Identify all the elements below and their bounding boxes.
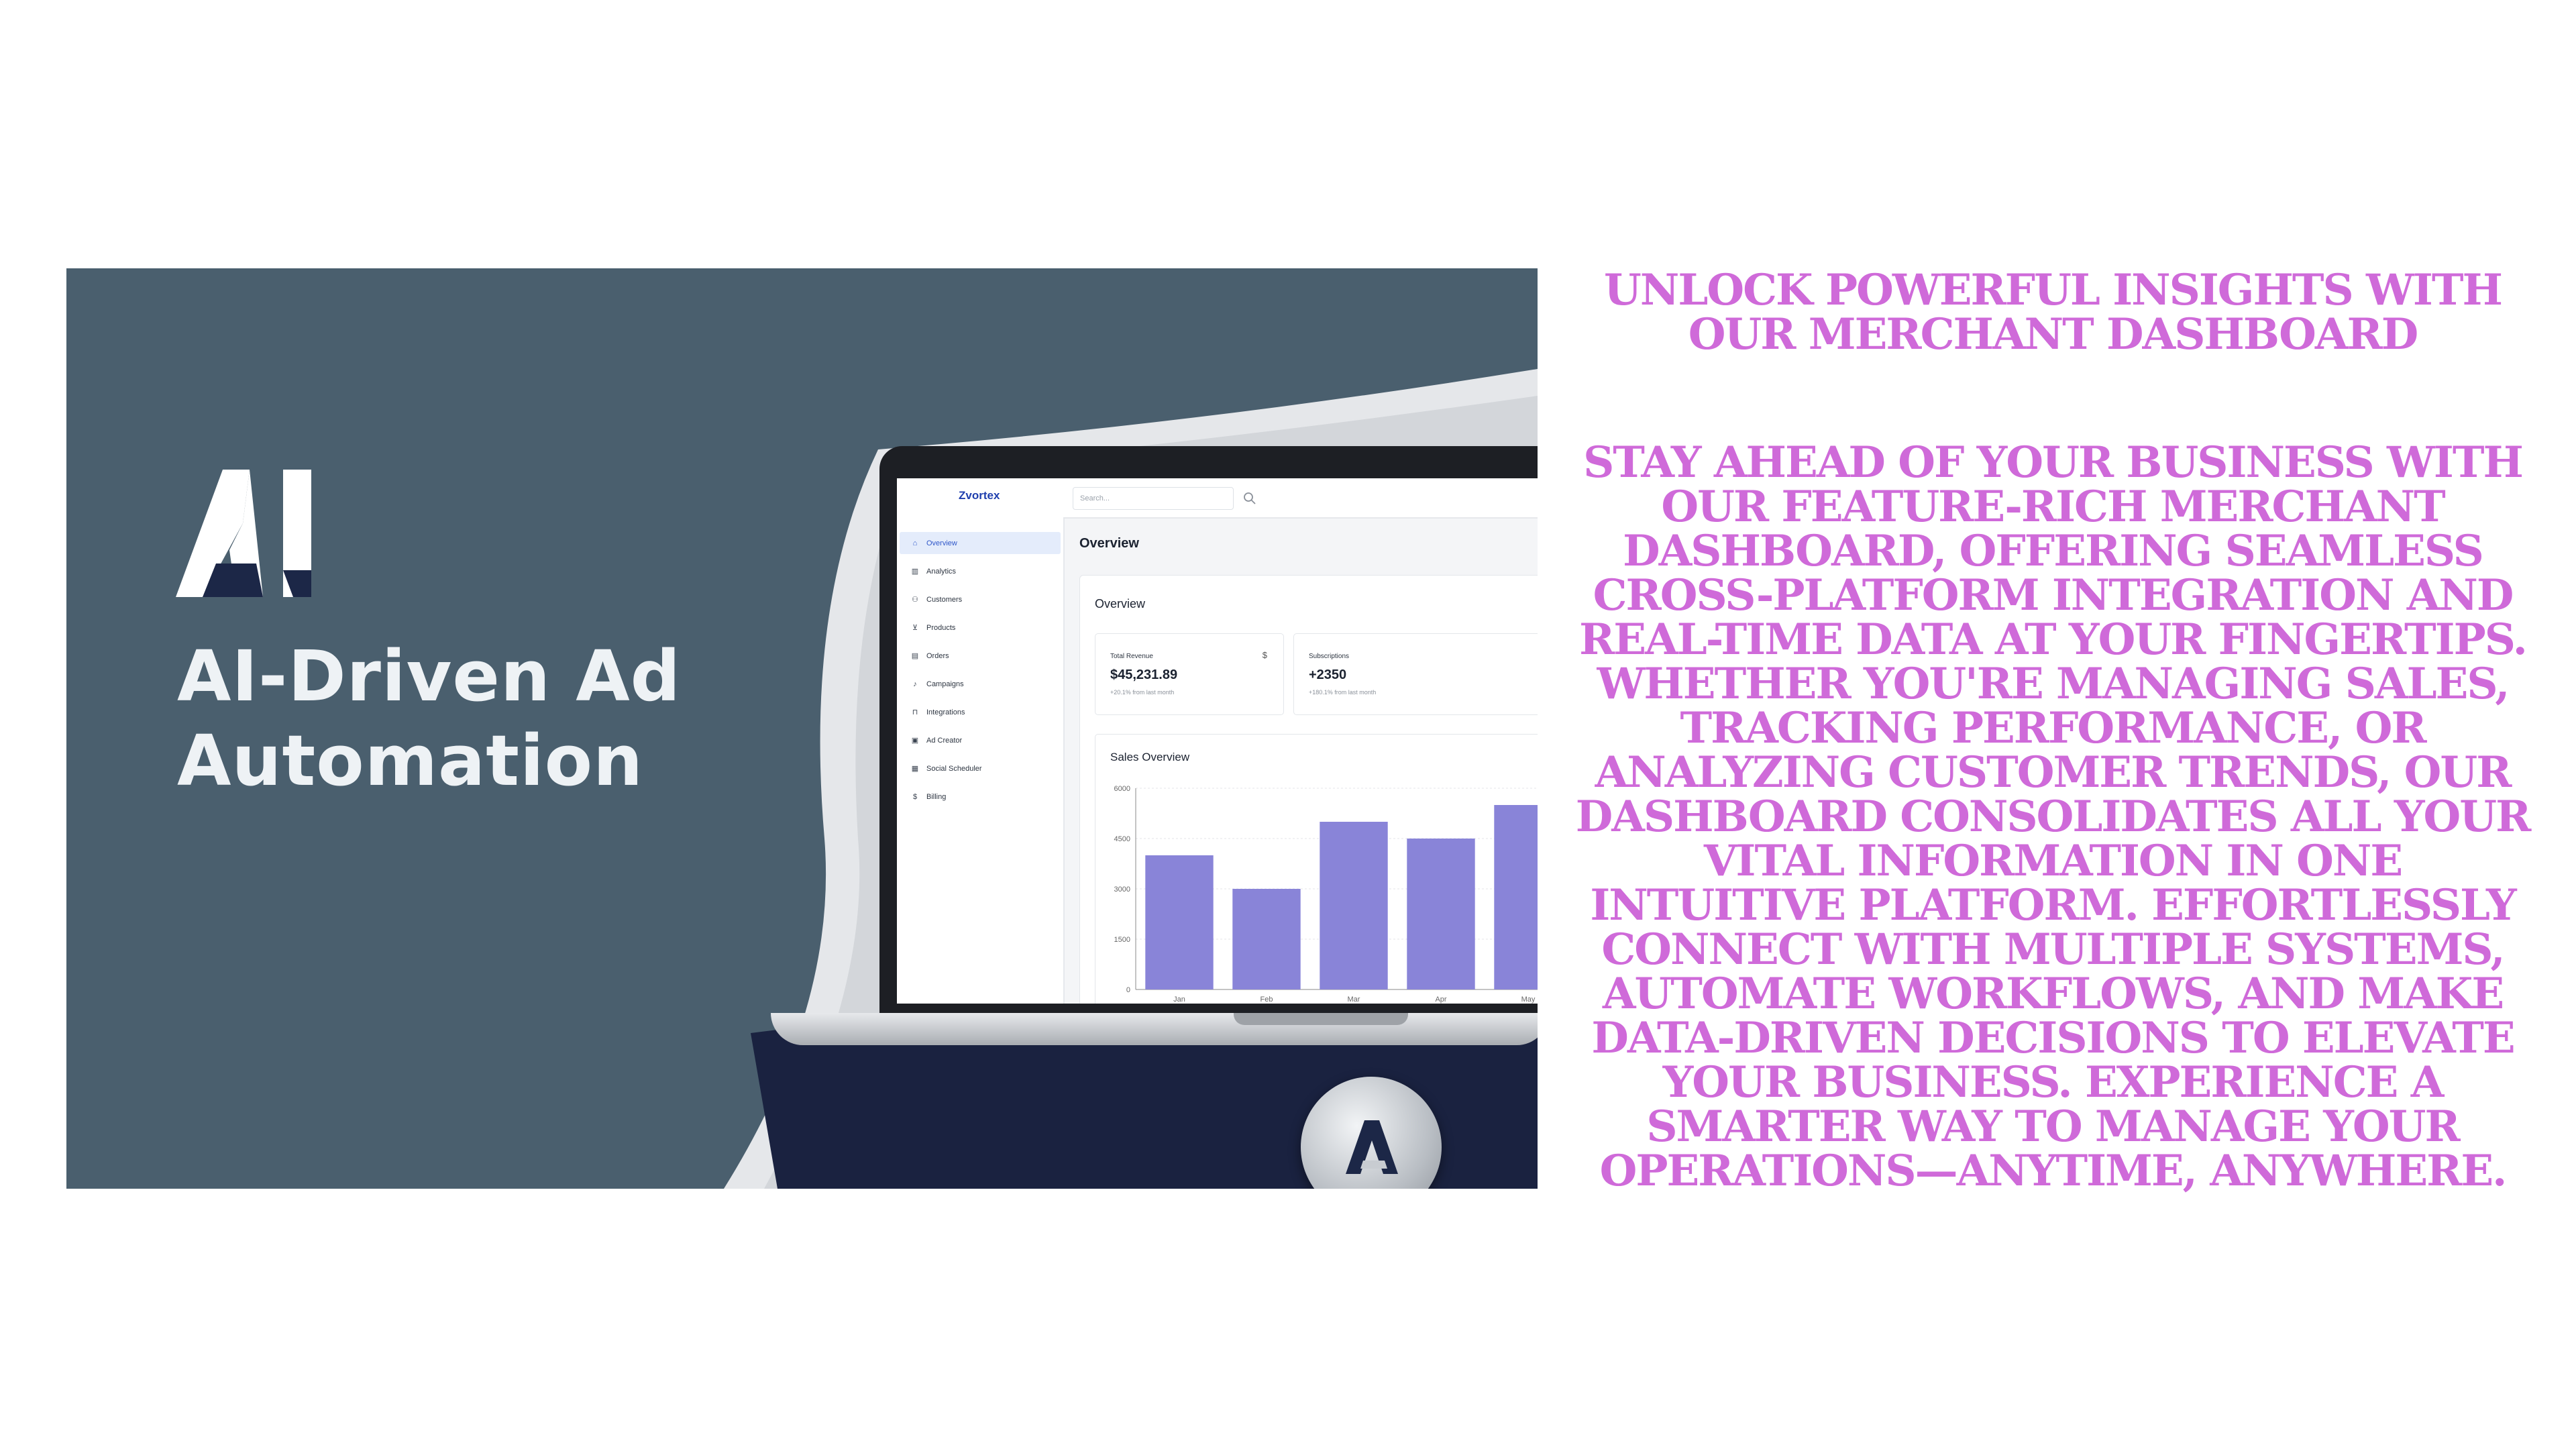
dollar-icon: $: [912, 792, 918, 801]
dashboard-brand[interactable]: Zvortex: [959, 489, 1000, 502]
home-icon: ⌂: [912, 539, 918, 547]
sidebar-item-label: Orders: [926, 651, 949, 660]
stat-card-subscriptions[interactable]: Subscriptions +2350 +180.1% from last mo…: [1293, 633, 1538, 715]
sidebar-item-label: Analytics: [926, 567, 957, 576]
y-tick-label: 4500: [1114, 835, 1130, 843]
a-logo-icon: [1346, 1120, 1398, 1174]
plug-icon: ⊓: [912, 708, 918, 716]
sidebar-item-label: Products: [926, 623, 956, 632]
headline-line-2: Automation: [177, 720, 644, 802]
bar-feb[interactable]: [1232, 889, 1301, 989]
x-tick-label: Feb: [1260, 996, 1273, 1004]
sidebar-item-billing[interactable]: $ Billing: [900, 786, 1061, 808]
x-tick-label: Mar: [1348, 996, 1360, 1004]
laptop-screen: Zvortex ⌂ Overview ▥ Analytics ⚇ Customers ⊻ Pr…: [897, 478, 1538, 1004]
document-icon: ▤: [911, 652, 919, 660]
y-tick-label: 6000: [1114, 785, 1130, 793]
sidebar-item-overview[interactable]: ⌂ Overview: [900, 532, 1061, 554]
users-icon: ⚇: [912, 596, 918, 604]
x-tick-label: May: [1521, 996, 1536, 1004]
sidebar-nav: ⌂ Overview ▥ Analytics ⚇ Customers ⊻ Products ▤ O…: [900, 532, 1061, 814]
stat-value: +2350: [1309, 667, 1347, 682]
hero-headline: AI-Driven Ad Automation: [177, 634, 781, 803]
chart-title: Sales Overview: [1110, 751, 1190, 763]
sidebar-item-campaigns[interactable]: ♪ Campaigns: [900, 673, 1061, 695]
stat-note: +180.1% from last month: [1309, 689, 1377, 696]
sidebar-item-orders[interactable]: ▤ Orders: [900, 645, 1061, 667]
calendar-icon: ▦: [911, 765, 919, 773]
dashboard-topbar: [1063, 478, 1538, 519]
panel-title: Overview: [1095, 597, 1146, 610]
copy-title: UNLOCK POWERFUL INSIGHTS WITH OUR MERCHA…: [1604, 265, 2503, 360]
bar-jan[interactable]: [1145, 855, 1214, 989]
sidebar-item-label: Overview: [926, 539, 957, 547]
overview-panel: Overview Total Revenue $ $45,231.89 +20.…: [1079, 575, 1538, 1004]
copy-body: STAY AHEAD OF YOUR BUSINESS WITH OUR FEA…: [1575, 437, 2532, 1196]
ai-logo-icon: [176, 470, 311, 597]
sidebar-item-label: Integrations: [926, 708, 965, 716]
laptop-base: [771, 1013, 1538, 1045]
sidebar-item-social-scheduler[interactable]: ▦ Social Scheduler: [900, 757, 1061, 780]
sidebar-item-products[interactable]: ⊻ Products: [900, 616, 1061, 639]
image-icon: ▣: [911, 737, 919, 745]
y-tick-label: 3000: [1114, 885, 1130, 894]
search-input[interactable]: [1073, 487, 1234, 510]
bell-icon: ♪: [913, 680, 917, 688]
sidebar-item-customers[interactable]: ⚇ Customers: [900, 588, 1061, 610]
x-tick-label: Apr: [1435, 996, 1446, 1004]
search-icon[interactable]: [1243, 492, 1256, 505]
stat-label: Subscriptions: [1309, 653, 1350, 660]
stat-label: Total Revenue: [1110, 653, 1153, 660]
hero-banner: AI-Driven Ad Automation Zvortex ⌂ Overvie…: [66, 268, 1538, 1189]
stat-card-revenue[interactable]: Total Revenue $ $45,231.89 +20.1% from l…: [1095, 633, 1284, 715]
sales-overview-card: Sales Overview 0 1500 3000 4500 6000 Jan Feb Ma…: [1095, 734, 1538, 1004]
dashboard-sidebar: Zvortex ⌂ Overview ▥ Analytics ⚇ Customers ⊻ Pr…: [897, 478, 1065, 1004]
page-title: Overview: [1079, 536, 1139, 551]
sidebar-item-integrations[interactable]: ⊓ Integrations: [900, 701, 1061, 723]
sidebar-item-label: Ad Creator: [926, 736, 963, 745]
sidebar-item-label: Customers: [926, 595, 963, 604]
sidebar-item-label: Billing: [926, 792, 947, 801]
headline-line-1: AI-Driven Ad: [177, 635, 682, 717]
laptop-notch: [1234, 1013, 1408, 1025]
sales-bar-chart: 0 1500 3000 4500 6000 Jan Feb Mar Apr May: [1114, 785, 1538, 1004]
sidebar-item-label: Social Scheduler: [926, 764, 982, 773]
sidebar-item-label: Campaigns: [926, 680, 964, 688]
x-tick-label: Jan: [1173, 996, 1185, 1004]
dollar-icon: $: [1262, 650, 1267, 660]
marketing-copy: UNLOCK POWERFUL INSIGHTS WITH OUR MERCHA…: [1573, 268, 2532, 1193]
sidebar-item-ad-creator[interactable]: ▣ Ad Creator: [900, 729, 1061, 751]
cart-icon: ⊻: [912, 624, 918, 632]
dashboard-main: Overview Overview Total Revenue $ $45,23…: [1065, 519, 1538, 1004]
stat-value: $45,231.89: [1110, 667, 1178, 682]
bar-mar[interactable]: [1320, 822, 1388, 989]
stat-note: +20.1% from last month: [1110, 689, 1175, 696]
sidebar-item-analytics[interactable]: ▥ Analytics: [900, 560, 1061, 582]
bar-apr[interactable]: [1407, 839, 1475, 989]
bar-may[interactable]: [1494, 805, 1538, 989]
bar-chart-icon: ▥: [911, 568, 919, 576]
y-tick-label: 1500: [1114, 936, 1130, 944]
y-tick-label: 0: [1126, 986, 1130, 994]
